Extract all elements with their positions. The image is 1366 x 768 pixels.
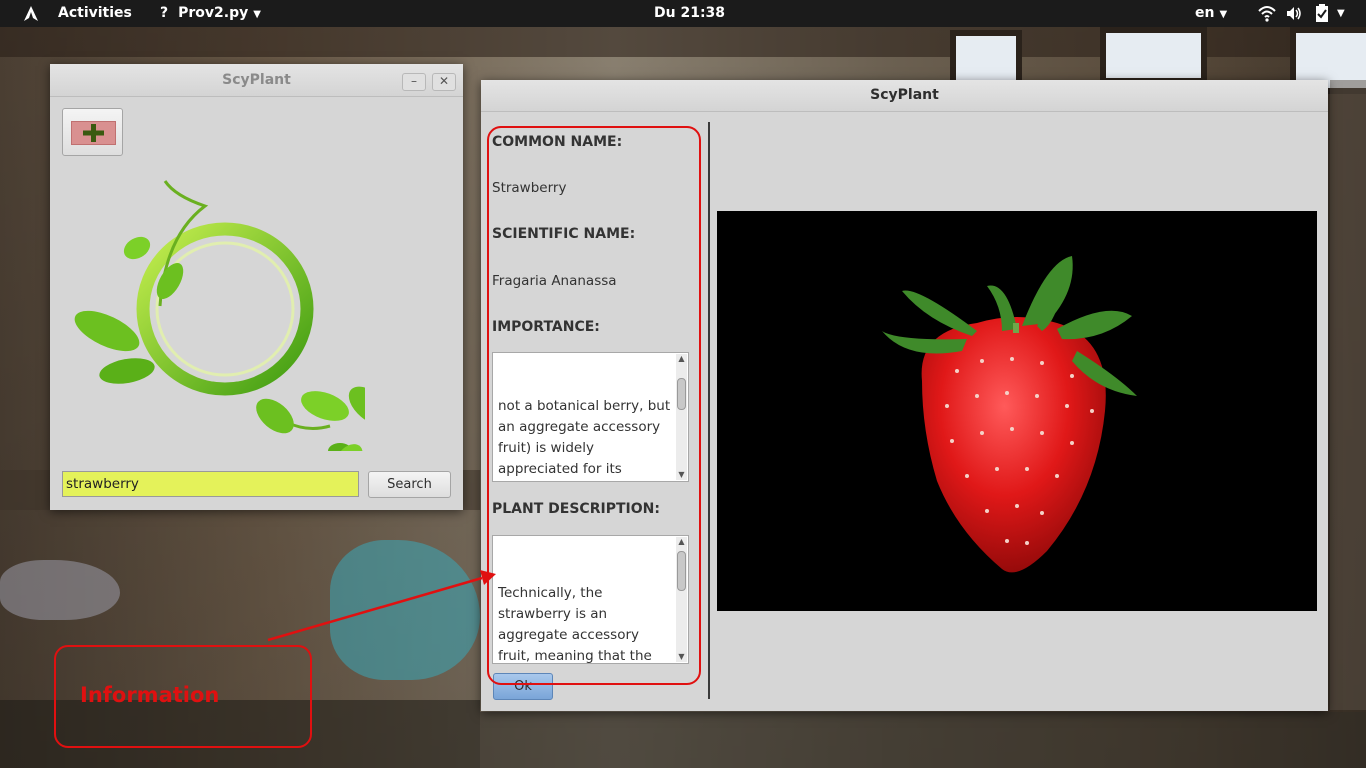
bg-wall bbox=[1330, 80, 1366, 710]
panel-divider bbox=[708, 122, 710, 699]
close-button[interactable]: ✕ bbox=[432, 73, 456, 91]
chevron-down-icon: ▼ bbox=[1219, 9, 1228, 20]
annotation-box: Information bbox=[54, 645, 312, 748]
graffiti bbox=[330, 540, 480, 680]
chevron-down-icon: ▼ bbox=[253, 9, 261, 20]
clock[interactable]: Du 21:38 bbox=[654, 0, 725, 27]
graffiti bbox=[0, 560, 120, 620]
top-bar: Activities ? Prov2.py ▼ Du 21:38 en ▼ ▼ bbox=[0, 0, 1366, 27]
app-icon: ? bbox=[160, 5, 169, 21]
info-window-titlebar[interactable]: ScyPlant bbox=[481, 80, 1328, 112]
activities-button[interactable]: Activities bbox=[58, 0, 132, 27]
app-menu-label: Prov2.py bbox=[178, 5, 249, 21]
main-window: ScyPlant – ✕ strawberry Search bbox=[50, 64, 463, 510]
bg-ground bbox=[480, 712, 1366, 768]
add-button[interactable] bbox=[62, 108, 123, 156]
app-menu[interactable]: ? Prov2.py ▼ bbox=[160, 0, 261, 27]
add-icon bbox=[71, 121, 116, 145]
bg-window bbox=[1100, 27, 1207, 84]
volume-icon[interactable] bbox=[1285, 0, 1303, 27]
battery-icon[interactable] bbox=[1315, 0, 1329, 27]
info-highlight-box bbox=[487, 126, 701, 685]
minimize-button[interactable]: – bbox=[402, 73, 426, 91]
search-button[interactable]: Search bbox=[368, 471, 451, 498]
wifi-icon[interactable] bbox=[1258, 0, 1276, 27]
chevron-down-icon[interactable]: ▼ bbox=[1337, 0, 1345, 27]
language-label: en bbox=[1195, 5, 1215, 21]
annotation-label: Information bbox=[80, 683, 220, 707]
distro-logo-icon[interactable] bbox=[22, 0, 40, 27]
search-input[interactable]: strawberry bbox=[62, 471, 359, 497]
plant-logo-image bbox=[74, 180, 365, 451]
language-menu[interactable]: en ▼ bbox=[1195, 0, 1227, 27]
plant-image bbox=[717, 211, 1317, 611]
